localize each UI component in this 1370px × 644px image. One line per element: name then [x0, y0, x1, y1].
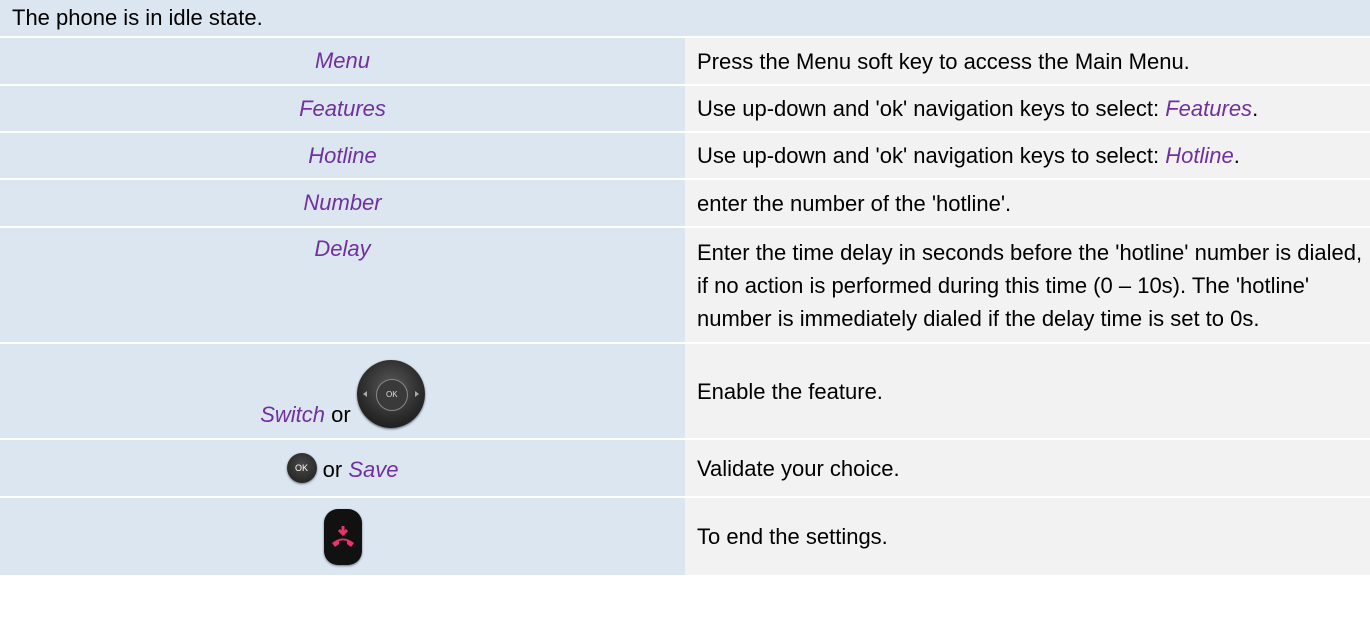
step-key-cell: Delay [0, 226, 685, 343]
step-key-cell: Menu [0, 36, 685, 85]
step-description: Use up-down and 'ok' navigation keys to … [685, 84, 1370, 132]
table-header: The phone is in idle state. [0, 0, 1370, 37]
step-description: To end the settings. [685, 496, 1370, 575]
switch-softkey-label: Switch [260, 402, 325, 427]
description-period: . [1233, 143, 1240, 168]
save-softkey-label: Save [348, 457, 399, 482]
step-key-cell: Hotline [0, 131, 685, 179]
hotline-inline-label: Hotline [1165, 143, 1234, 168]
table-row: To end the settings. [0, 496, 1370, 575]
step-key-cell [0, 496, 685, 575]
description-text: Use up-down and 'ok' navigation keys to … [697, 143, 1166, 168]
description-period: . [1252, 96, 1259, 121]
step-description: Validate your choice. [685, 438, 1370, 497]
table-row: Features Use up-down and 'ok' navigation… [0, 84, 1370, 132]
end-call-button-icon[interactable] [323, 508, 362, 565]
step-description: enter the number of the 'hotline'. [685, 178, 1370, 227]
table-row: Hotline Use up-down and 'ok' navigation … [0, 131, 1370, 179]
instruction-table: The phone is in idle state. Menu Press t… [0, 0, 1370, 575]
features-label: Features [299, 95, 386, 121]
step-description: Enable the feature. [685, 342, 1370, 439]
table-row: Number enter the number of the 'hotline'… [0, 178, 1370, 227]
features-inline-label: Features [1165, 96, 1253, 121]
step-description: Enter the time delay in seconds before t… [685, 226, 1370, 343]
left-arrow-icon [362, 391, 367, 397]
hang-up-icon [331, 525, 354, 547]
step-key-cell: Switch or OK [0, 342, 685, 439]
step-key-cell: OK or Save [0, 438, 685, 497]
or-connector: or [331, 402, 351, 427]
step-key-cell: Number [0, 178, 685, 227]
menu-softkey-label: Menu [314, 48, 371, 73]
number-label: Number [303, 190, 382, 215]
step-description: Use up-down and 'ok' navigation keys to … [685, 131, 1370, 179]
step-key-cell: Features [0, 84, 685, 132]
right-arrow-icon [414, 391, 419, 397]
ok-button-icon[interactable]: OK [286, 453, 317, 483]
table-row: Menu Press the Menu soft key to access t… [0, 36, 1370, 85]
step-description: Press the Menu soft key to access the Ma… [685, 36, 1370, 85]
table-row: Delay Enter the time delay in seconds be… [0, 226, 1370, 343]
or-connector: or [322, 457, 343, 482]
navigation-pad-icon[interactable]: OK [356, 360, 425, 428]
ok-center-label: OK [375, 379, 408, 411]
hotline-label: Hotline [308, 142, 377, 168]
table-row: Switch or OK Enable the feature. [0, 342, 1370, 439]
delay-label: Delay [314, 236, 371, 261]
table-row: OK or Save Validate your choice. [0, 438, 1370, 497]
description-text: Use up-down and 'ok' navigation keys to … [697, 96, 1166, 121]
